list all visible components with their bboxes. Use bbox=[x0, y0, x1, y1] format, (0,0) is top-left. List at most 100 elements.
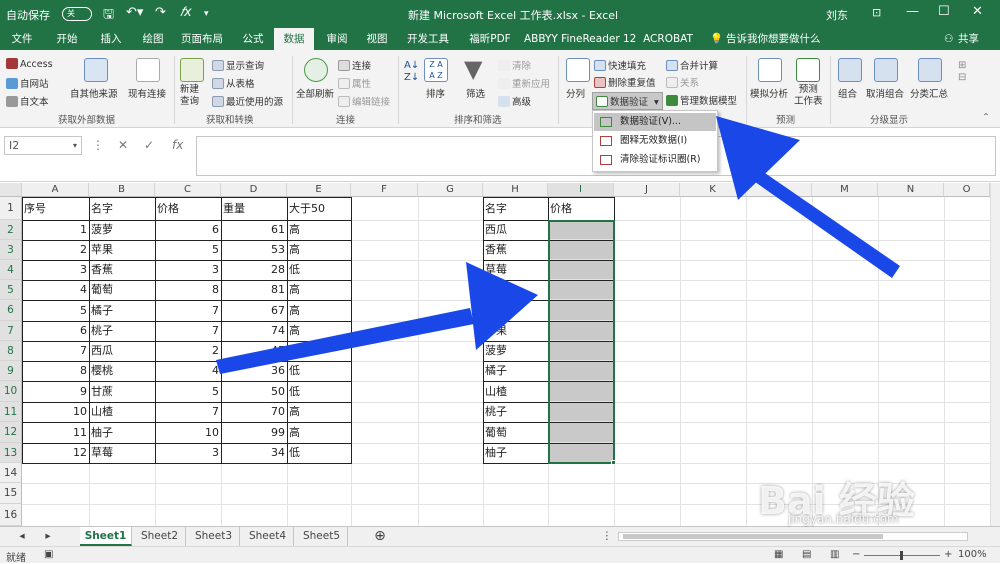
advanced-button[interactable]: 高级 bbox=[498, 94, 531, 108]
table1-cell[interactable]: 10 bbox=[155, 422, 221, 443]
table1-cell[interactable]: 70 bbox=[221, 402, 287, 422]
tell-me-box[interactable]: 告诉我你想要做什么 bbox=[726, 28, 821, 50]
table1-cell[interactable]: 10 bbox=[22, 402, 89, 422]
table1-cell[interactable]: 6 bbox=[155, 220, 221, 240]
table1-header-cell[interactable]: 价格 bbox=[155, 197, 221, 220]
column-header-i[interactable]: I bbox=[548, 183, 614, 197]
row-header-8[interactable]: 8 bbox=[0, 341, 22, 361]
table1-header-cell[interactable]: 大于50 bbox=[287, 197, 351, 220]
row-header-16[interactable]: 16 bbox=[0, 504, 22, 526]
menu-item-data-validation[interactable]: 数据验证(V)... bbox=[594, 113, 716, 131]
cancel-icon[interactable]: ✕ bbox=[118, 138, 128, 152]
table1-cell[interactable]: 山楂 bbox=[89, 402, 155, 422]
tab-formulas[interactable]: 公式 bbox=[234, 28, 272, 50]
table1-cell[interactable]: 柚子 bbox=[89, 422, 155, 443]
table1-cell[interactable]: 12 bbox=[22, 443, 89, 463]
ribbon-options-icon[interactable]: ⊡ bbox=[872, 6, 881, 19]
table1-cell[interactable]: 36 bbox=[221, 361, 287, 381]
selected-cell[interactable] bbox=[548, 321, 614, 341]
horizontal-scroll-thumb[interactable] bbox=[623, 534, 883, 539]
selected-cell[interactable] bbox=[548, 381, 614, 402]
selected-cell[interactable] bbox=[548, 422, 614, 443]
table1-cell[interactable]: 8 bbox=[22, 361, 89, 381]
scroll-left-icon[interactable]: ◂ bbox=[14, 527, 30, 546]
table2-name-cell[interactable]: 苹果 bbox=[483, 321, 548, 341]
sheet-tab-3[interactable]: Sheet3 bbox=[188, 527, 240, 546]
table1-cell[interactable]: 45 bbox=[221, 341, 287, 361]
table1-cell[interactable]: 8 bbox=[155, 280, 221, 300]
tab-developer[interactable]: 开发工具 bbox=[400, 28, 456, 50]
share-icon[interactable]: ⚇ bbox=[944, 28, 953, 50]
what-if-button[interactable]: 模拟分析 bbox=[750, 86, 788, 100]
row-header-13[interactable]: 13 bbox=[0, 443, 22, 463]
sheet-tab-4[interactable]: Sheet4 bbox=[242, 527, 294, 546]
table1-cell[interactable]: 7 bbox=[155, 321, 221, 341]
table2-name-cell[interactable]: 橘子 bbox=[483, 361, 548, 381]
selected-cell[interactable] bbox=[548, 240, 614, 260]
zoom-in-icon[interactable]: + bbox=[944, 549, 952, 560]
zoom-level[interactable]: 100% bbox=[958, 549, 987, 560]
table1-cell[interactable]: 低 bbox=[287, 341, 351, 361]
table1-cell[interactable]: 34 bbox=[221, 443, 287, 463]
table1-cell[interactable]: 6 bbox=[22, 321, 89, 341]
tab-foxit-pdf[interactable]: 福昕PDF bbox=[462, 28, 518, 50]
manage-data-model-button[interactable]: 管理数据模型 bbox=[666, 93, 737, 107]
table1-cell[interactable]: 53 bbox=[221, 240, 287, 260]
row-header-15[interactable]: 15 bbox=[0, 483, 22, 504]
table1-cell[interactable]: 香蕉 bbox=[89, 260, 155, 280]
column-header-f[interactable]: F bbox=[351, 183, 418, 197]
clear-button[interactable]: 清除 bbox=[498, 58, 531, 72]
table2-name-cell[interactable]: 甘蔗 bbox=[483, 300, 548, 321]
table1-cell[interactable]: 74 bbox=[221, 321, 287, 341]
name-box[interactable]: I2 ▾ bbox=[4, 136, 82, 155]
zoom-slider-thumb[interactable] bbox=[900, 551, 903, 560]
tab-home[interactable]: 开始 bbox=[48, 28, 86, 50]
menu-item-clear-circles[interactable]: 清除验证标识圈(R) bbox=[594, 151, 716, 169]
table2-header-cell[interactable]: 名字 bbox=[483, 197, 548, 220]
table1-cell[interactable]: 7 bbox=[155, 300, 221, 321]
tab-review[interactable]: 审阅 bbox=[318, 28, 356, 50]
table1-cell[interactable]: 草莓 bbox=[89, 443, 155, 463]
table1-cell[interactable]: 5 bbox=[155, 381, 221, 402]
add-sheet-icon[interactable]: ⊕ bbox=[368, 527, 392, 546]
flash-fill-button[interactable]: 快速填充 bbox=[594, 58, 646, 72]
table1-cell[interactable]: 67 bbox=[221, 300, 287, 321]
column-header-h[interactable]: H bbox=[483, 183, 548, 197]
selected-cell[interactable] bbox=[548, 402, 614, 422]
selected-cell[interactable] bbox=[548, 361, 614, 381]
column-header-o[interactable]: O bbox=[944, 183, 990, 197]
ungroup-button[interactable]: 取消组合 bbox=[866, 86, 904, 100]
table1-cell[interactable]: 4 bbox=[155, 361, 221, 381]
page-layout-view-icon[interactable]: ▤ bbox=[802, 549, 811, 560]
share-button[interactable]: 共享 bbox=[958, 28, 979, 50]
table1-cell[interactable]: 葡萄 bbox=[89, 280, 155, 300]
save-icon[interactable]: 🖫 bbox=[103, 5, 114, 27]
table2-name-cell[interactable]: 菠萝 bbox=[483, 341, 548, 361]
sheet-tab-5[interactable]: Sheet5 bbox=[296, 527, 348, 546]
tab-view[interactable]: 视图 bbox=[358, 28, 396, 50]
table1-cell[interactable]: 低 bbox=[287, 260, 351, 280]
close-icon[interactable]: ✕ bbox=[972, 4, 983, 19]
tab-acrobat[interactable]: ACROBAT bbox=[640, 28, 696, 50]
table2-name-cell[interactable]: 香蕉 bbox=[483, 240, 548, 260]
from-web-button[interactable]: 自网站 bbox=[6, 76, 49, 90]
table1-cell[interactable]: 2 bbox=[22, 240, 89, 260]
table1-cell[interactable]: 4 bbox=[22, 280, 89, 300]
row-header-10[interactable]: 10 bbox=[0, 381, 22, 402]
scroll-right-icon[interactable]: ▸ bbox=[40, 527, 56, 546]
horizontal-scrollbar[interactable] bbox=[618, 532, 968, 541]
table1-cell[interactable]: 低 bbox=[287, 361, 351, 381]
row-header-11[interactable]: 11 bbox=[0, 402, 22, 422]
relationships-button[interactable]: 关系 bbox=[666, 75, 699, 89]
table2-header-cell[interactable]: 价格 bbox=[548, 197, 614, 220]
table2-name-cell[interactable]: 桃子 bbox=[483, 402, 548, 422]
table1-header-cell[interactable]: 序号 bbox=[22, 197, 89, 220]
table1-cell[interactable]: 樱桃 bbox=[89, 361, 155, 381]
selected-cell[interactable] bbox=[548, 341, 614, 361]
table1-cell[interactable]: 桃子 bbox=[89, 321, 155, 341]
row-header-12[interactable]: 12 bbox=[0, 422, 22, 443]
column-header-k[interactable]: K bbox=[680, 183, 746, 197]
tab-page-layout[interactable]: 页面布局 bbox=[174, 28, 230, 50]
table1-cell[interactable]: 高 bbox=[287, 220, 351, 240]
page-break-view-icon[interactable]: ▥ bbox=[830, 549, 839, 560]
